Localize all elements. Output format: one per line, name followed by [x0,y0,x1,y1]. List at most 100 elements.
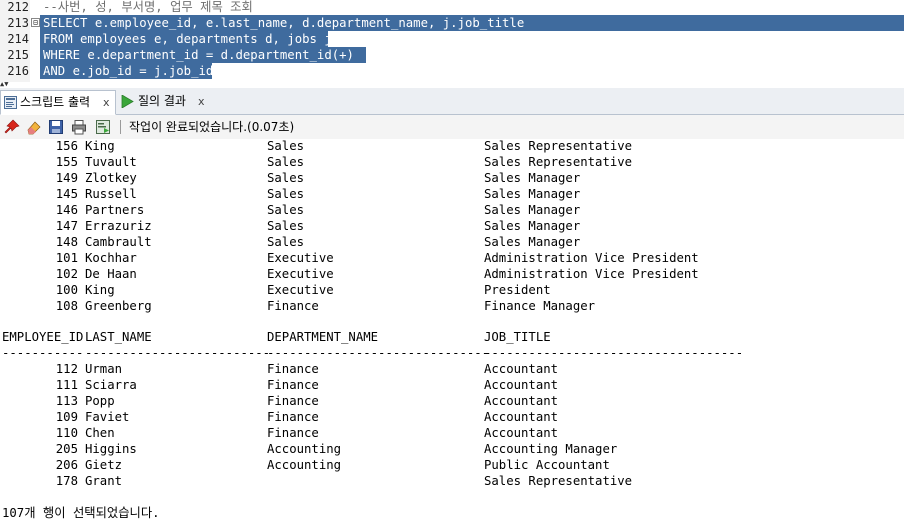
pin-icon[interactable] [4,119,20,135]
last-name-cell: King [85,139,115,153]
table-row: 101 Kochhar Executive Administration Vice P… [0,250,904,266]
last-name-cell: Gietz [85,458,123,472]
employee-id-cell: 109 [55,410,78,424]
code-line-comment[interactable]: --사번, 성, 부서명, 업무 제목 조회 [43,0,253,15]
toolbar-divider [120,120,121,134]
line-number: 216 [7,64,29,78]
department-name-cell: Sales [267,155,305,169]
fold-toggle-icon[interactable]: ⊟ [31,18,40,27]
save-icon[interactable] [48,119,64,135]
table-row: 145 Russell Sales Sales Manager [0,186,904,202]
last-name-cell: Cambrault [85,235,152,249]
table-row: 147 Errazuriz Sales Sales Manager [0,218,904,234]
table-row: 149 Zlotkey Sales Sales Manager [0,170,904,186]
column-header: JOB_TITLE [484,330,551,344]
output-file-icon[interactable] [95,119,111,135]
table-row: 100 King Executive President [0,282,904,298]
department-name-cell: Sales [267,139,305,153]
last-name-cell: Higgins [85,442,137,456]
column-header: EMPLOYEE_ID [2,330,84,344]
code-line-and[interactable]: AND e.job_id = j.job_id; [43,63,221,79]
table-row: 109 Faviet Finance Accountant [0,409,904,425]
code-line-select[interactable]: SELECT e.employee_id, e.last_name, d.dep… [43,15,524,31]
line-number-gutter: 212 213 214 215 216 [0,0,30,82]
department-name-cell: Executive [267,283,334,297]
eraser-icon[interactable] [26,119,42,135]
last-name-cell: Greenberg [85,299,152,313]
employee-id-cell: 205 [55,442,78,456]
table-row: 205 Higgins Accounting Accounting Manager [0,441,904,457]
line-number: 213 [7,16,29,30]
job-title-cell: Sales Representative [484,139,633,153]
department-name-cell: Executive [267,267,334,281]
header-separator: ----------------------------------- [484,346,744,360]
result-header-row: EMPLOYEE_ID LAST_NAME DEPARTMENT_NAME JO… [0,329,904,345]
job-title-cell: Administration Vice President [484,251,699,265]
job-title-cell: Accountant [484,426,559,440]
job-title-cell: Finance Manager [484,299,596,313]
department-name-cell: Finance [267,426,319,440]
column-header: LAST_NAME [85,330,152,344]
department-name-cell: Finance [267,410,319,424]
status-message: 작업이 완료되었습니다.(0.07초) [129,120,295,134]
line-number: 215 [7,48,29,62]
last-name-cell: Sciarra [85,378,137,392]
tab-label: 질의 결과 [138,94,186,108]
table-row: 156 King Sales Sales Representative [0,139,904,154]
last-name-cell: Grant [85,474,123,488]
employee-id-cell: 100 [55,283,78,297]
department-name-cell: Executive [267,251,334,265]
last-name-cell: Russell [85,187,137,201]
department-name-cell: Finance [267,362,319,376]
employee-id-cell: 148 [55,235,78,249]
sql-editor[interactable]: 212 213 214 215 216 ⊟ --사번, 성, 부서명, 업무 제… [0,0,904,82]
close-icon[interactable]: x [198,90,205,113]
close-icon[interactable]: x [103,91,110,114]
job-title-cell: Sales Representative [484,474,633,488]
table-row: 178 Grant Sales Representative [0,473,904,489]
job-title-cell: Sales Manager [484,171,581,185]
department-name-cell: Sales [267,219,305,233]
department-name-cell: Sales [267,187,305,201]
print-icon[interactable] [71,119,87,135]
table-row: 112 Urman Finance Accountant [0,361,904,377]
table-row: 111 Sciarra Finance Accountant [0,377,904,393]
rows-selected-summary: 107개 행이 선택되었습니다. [2,506,160,520]
header-separator-row: ----------- ------------------------- --… [0,345,904,361]
employee-id-cell: 156 [55,139,78,153]
code-line-from[interactable]: FROM employees e, departments d, jobs j [43,31,332,47]
employee-id-cell: 108 [55,299,78,313]
employee-id-cell: 149 [55,171,78,185]
code-line-where[interactable]: WHERE e.department_id = d.department_id(… [43,47,354,63]
last-name-cell: De Haan [85,267,137,281]
splitter-arrows-icon[interactable]: ▲▼ [0,80,30,88]
employee-id-cell: 146 [55,203,78,217]
employee-id-cell: 155 [55,155,78,169]
last-name-cell: Kochhar [85,251,137,265]
header-separator: ----------- [2,346,84,360]
job-title-cell: Sales Manager [484,219,581,233]
job-title-cell: Public Accountant [484,458,610,472]
employee-id-cell: 145 [55,187,78,201]
line-number: 214 [7,32,29,46]
run-arrow-icon [121,95,134,108]
column-header: DEPARTMENT_NAME [267,330,379,344]
table-row: 148 Cambrault Sales Sales Manager [0,234,904,250]
table-row: 206 Gietz Accounting Public Accountant [0,457,904,473]
last-name-cell: Partners [85,203,145,217]
tab-script-output[interactable]: 스크립트 출력 x [0,90,116,115]
last-name-cell: Popp [85,394,115,408]
department-name-cell: Finance [267,378,319,392]
table-row: 146 Partners Sales Sales Manager [0,202,904,218]
line-number: 212 [7,0,29,14]
tab-query-result[interactable]: 질의 결과 x [118,90,210,113]
job-title-cell: Sales Representative [484,155,633,169]
job-title-cell: Accounting Manager [484,442,618,456]
last-name-cell: Chen [85,426,115,440]
employee-id-cell: 101 [55,251,78,265]
tab-label: 스크립트 출력 [20,95,91,109]
last-name-cell: Errazuriz [85,219,152,233]
script-output-panel[interactable]: 156 King Sales Sales Representative 155 Tuvau… [0,139,904,532]
employee-id-cell: 113 [55,394,78,408]
employee-id-cell: 178 [55,474,78,488]
